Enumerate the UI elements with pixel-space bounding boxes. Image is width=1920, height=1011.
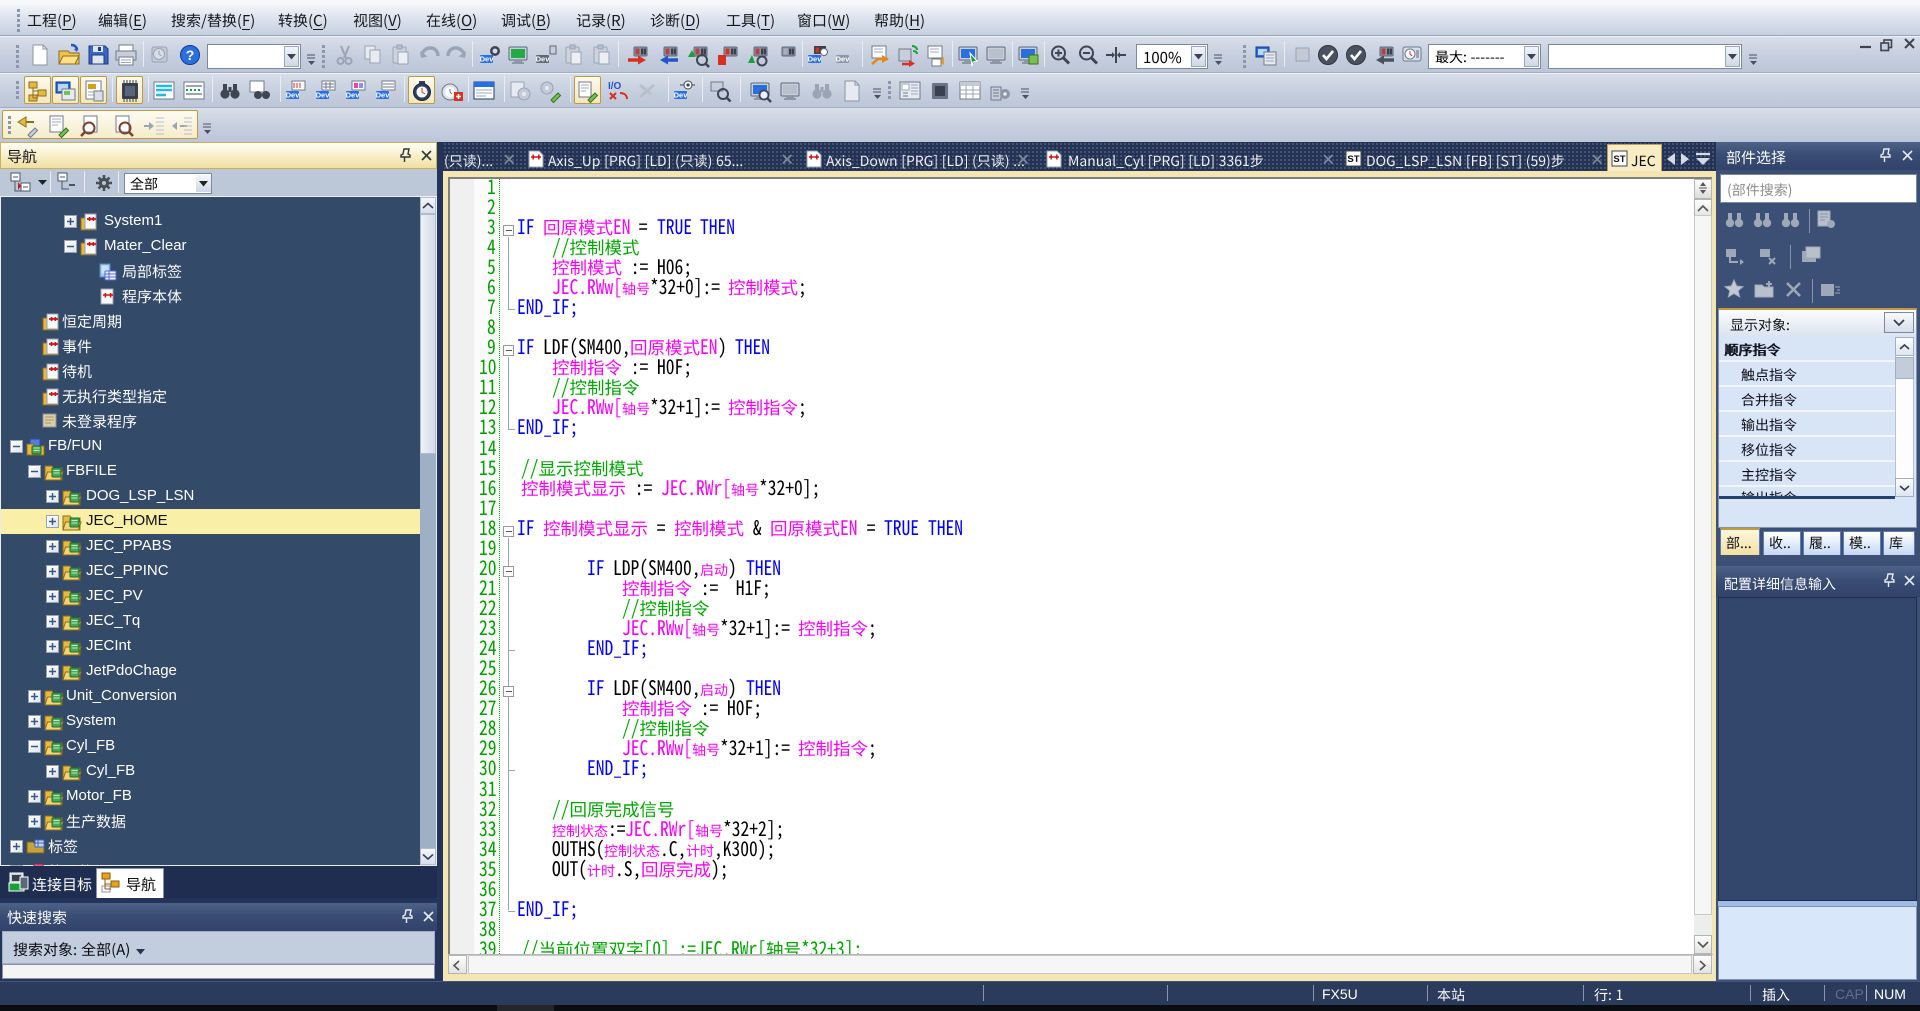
svg-text:ST: ST (1613, 154, 1625, 165)
svg-text:Dev: Dev (346, 91, 361, 100)
svg-text:ST: ST (1347, 154, 1359, 165)
svg-text:Dev: Dev (316, 91, 331, 100)
svg-text:Dev: Dev (376, 91, 391, 100)
svg-text:?: ? (186, 47, 195, 63)
svg-text:Dev: Dev (286, 91, 301, 100)
svg-text:Dev: Dev (808, 55, 823, 64)
svg-text:Dev: Dev (836, 55, 851, 64)
svg-text:Dev: Dev (480, 55, 495, 64)
svg-text:Dev: Dev (536, 55, 551, 64)
svg-text:Dev: Dev (674, 91, 689, 100)
svg-text:I/O: I/O (608, 81, 622, 92)
